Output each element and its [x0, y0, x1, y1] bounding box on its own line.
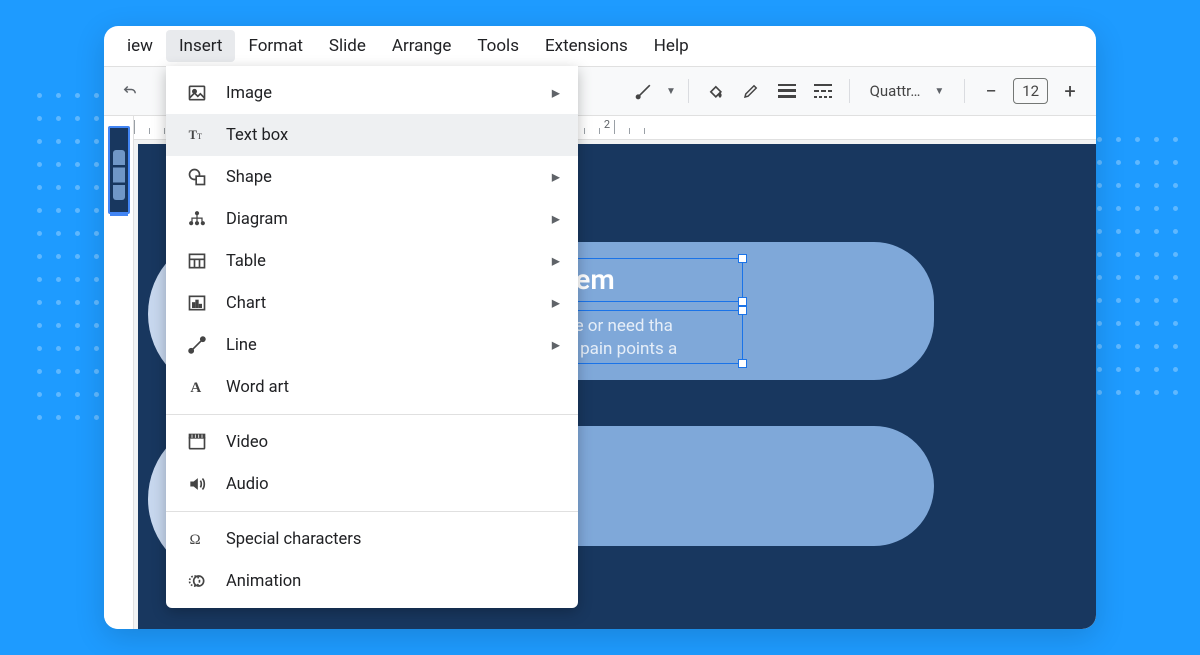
submenu-arrow-icon: ▸: [552, 251, 560, 271]
chart-icon: [186, 292, 208, 314]
line-tool-icon[interactable]: [630, 76, 658, 106]
submenu-arrow-icon: ▸: [552, 209, 560, 229]
undo-icon[interactable]: [116, 76, 144, 106]
menu-item-label: Chart: [226, 294, 266, 313]
resize-handle[interactable]: [738, 359, 747, 368]
menu-item-line[interactable]: Line ▸: [166, 324, 578, 366]
menu-item-label: Line: [226, 336, 257, 355]
slides-app-window: iewInsertFormatSlideArrangeToolsExtensio…: [104, 26, 1096, 629]
menu-item-label: Table: [226, 252, 266, 271]
svg-text:Ω: Ω: [190, 532, 201, 548]
submenu-arrow-icon: ▸: [552, 335, 560, 355]
border-dash-icon[interactable]: [809, 76, 837, 106]
menu-item-label: Audio: [226, 475, 269, 494]
audio-icon: [186, 473, 208, 495]
menu-item-label: Video: [226, 433, 268, 452]
font-family-label: Quattr…: [870, 82, 921, 100]
toolbar-separator: [688, 79, 689, 103]
video-icon: [186, 431, 208, 453]
menu-item-label: Diagram: [226, 210, 288, 229]
submenu-arrow-icon: ▸: [552, 167, 560, 187]
menu-item-label: Shape: [226, 168, 272, 187]
menu-separator: [166, 511, 578, 512]
menu-item-animation[interactable]: Animation: [166, 560, 578, 602]
menu-item-label: Animation: [226, 572, 301, 591]
border-weight-icon[interactable]: [773, 76, 801, 106]
svg-text:A: A: [190, 380, 201, 396]
image-icon: [186, 82, 208, 104]
omega-icon: Ω: [186, 528, 208, 550]
slide-thumbnail[interactable]: [108, 126, 130, 214]
menu-iew[interactable]: iew: [114, 30, 166, 62]
insert-menu-dropdown: Image▸TTText boxShape▸Diagram▸Table▸Char…: [166, 66, 578, 608]
menu-item-diagram[interactable]: Diagram ▸: [166, 198, 578, 240]
menu-item-audio[interactable]: Audio: [166, 463, 578, 505]
toolbar-separator: [849, 79, 850, 103]
menu-item-chart[interactable]: Chart ▸: [166, 282, 578, 324]
menu-item-word-art[interactable]: A Word art: [166, 366, 578, 408]
table-icon: [186, 250, 208, 272]
shape-icon: [186, 166, 208, 188]
submenu-arrow-icon: ▸: [552, 293, 560, 313]
ruler-label: 2: [604, 118, 610, 131]
menu-format[interactable]: Format: [235, 30, 315, 62]
pencil-icon[interactable]: [737, 76, 765, 106]
dropdown-caret-icon: ▼: [934, 86, 944, 97]
menu-item-video[interactable]: Video: [166, 421, 578, 463]
menu-extensions[interactable]: Extensions: [532, 30, 641, 62]
menu-insert[interactable]: Insert: [166, 30, 236, 62]
dropdown-caret-icon[interactable]: ▼: [666, 86, 676, 97]
menu-item-special-characters[interactable]: Ω Special characters: [166, 518, 578, 560]
wordart-icon: A: [186, 376, 208, 398]
menu-item-label: Image: [226, 84, 272, 103]
decor-dots-left: [30, 86, 110, 246]
resize-handle[interactable]: [738, 297, 747, 306]
menu-item-label: Word art: [226, 378, 289, 397]
decor-dots-right: [1090, 130, 1200, 420]
menu-separator: [166, 414, 578, 415]
menu-item-label: Special characters: [226, 530, 361, 549]
menu-item-label: Text box: [226, 126, 288, 145]
menubar: iewInsertFormatSlideArrangeToolsExtensio…: [104, 26, 1096, 66]
textbox-icon: TT: [186, 124, 208, 146]
toolbar-separator: [964, 79, 965, 103]
menu-tools[interactable]: Tools: [464, 30, 532, 62]
line-icon: [186, 334, 208, 356]
slide-thumbnail-panel: [104, 116, 134, 629]
font-family-select[interactable]: Quattr… ▼: [862, 82, 953, 100]
svg-text:T: T: [197, 132, 202, 141]
font-size-increase-button[interactable]: +: [1056, 76, 1084, 106]
resize-handle[interactable]: [738, 254, 747, 263]
font-size-decrease-button[interactable]: −: [977, 76, 1005, 106]
resize-handle[interactable]: [738, 306, 747, 315]
menu-item-text-box[interactable]: TT Text box: [166, 114, 578, 156]
menu-item-image[interactable]: Image ▸: [166, 72, 578, 114]
menu-help[interactable]: Help: [641, 30, 702, 62]
menu-item-shape[interactable]: Shape ▸: [166, 156, 578, 198]
paint-bucket-icon[interactable]: [701, 76, 729, 106]
menu-item-table[interactable]: Table ▸: [166, 240, 578, 282]
menu-slide[interactable]: Slide: [316, 30, 379, 62]
animation-icon: [186, 570, 208, 592]
font-size-input[interactable]: 12: [1013, 78, 1048, 104]
submenu-arrow-icon: ▸: [552, 83, 560, 103]
menu-arrange[interactable]: Arrange: [379, 30, 464, 62]
diagram-icon: [186, 208, 208, 230]
